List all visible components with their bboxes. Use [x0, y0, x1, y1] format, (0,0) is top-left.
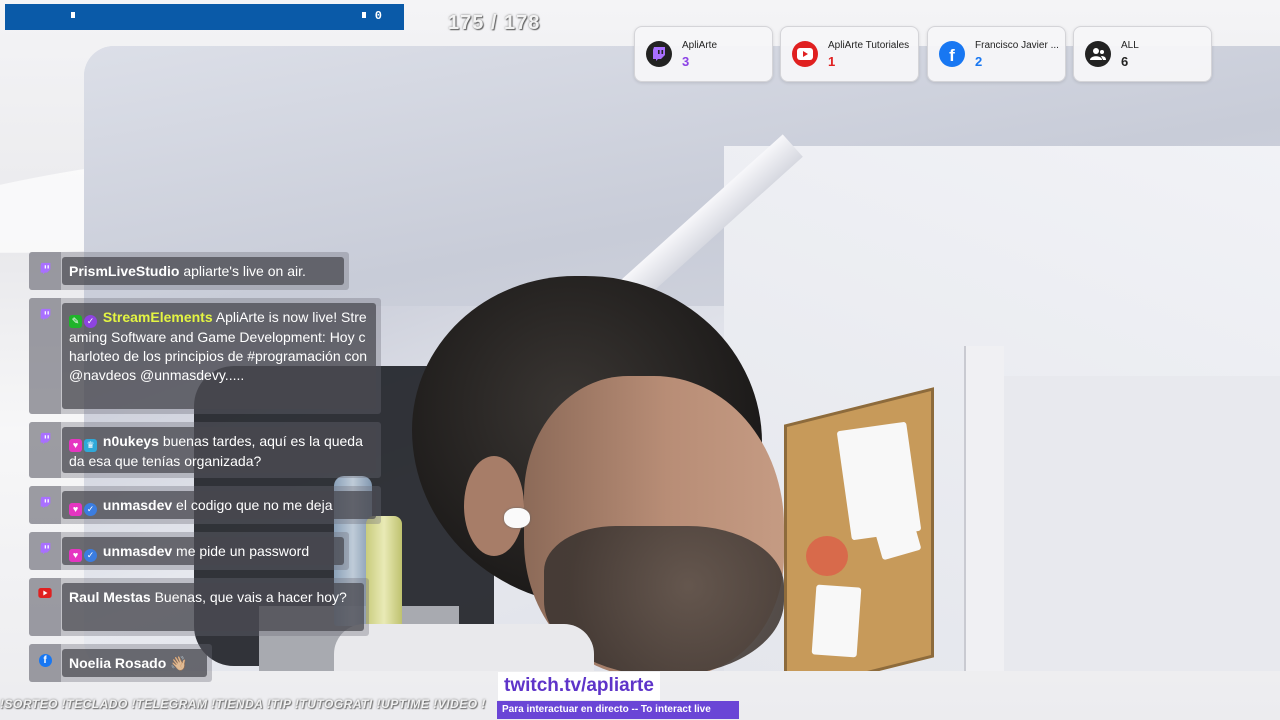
chat-bubble: ♥ ♛ n0ukeys buenas tardes, aquí es la que… [62, 427, 376, 473]
platform-name: Francisco Javier ... [975, 40, 1059, 51]
platform-name: ApliArte Tutoriales [828, 40, 910, 51]
facebook-icon: f [939, 41, 965, 67]
person-ear [464, 456, 524, 556]
heart-badge-icon: ♥ [69, 549, 82, 562]
check-badge-icon: ✓ [84, 549, 97, 562]
door [1004, 376, 1280, 671]
chat-text: Buenas, que vais a hacer hoy? [154, 589, 347, 605]
youtube-icon [792, 41, 818, 67]
twitch-icon [29, 252, 61, 290]
heart-badge-icon: ♥ [69, 503, 82, 516]
verified-bot-badge-icon: ✎ [69, 315, 82, 328]
progress-count: 0 [374, 9, 382, 23]
chat-username: Raul Mestas [69, 589, 151, 605]
chat-text: apliarte's live on air. [183, 263, 306, 279]
heart-badge-icon: ♥ [69, 439, 82, 452]
facebook-icon: f [29, 644, 61, 682]
chat-message: ✎ ✓ StreamElements ApliArte is now live! … [29, 298, 381, 414]
twitch-icon [29, 298, 61, 414]
twitch-icon [29, 486, 61, 524]
platform-count: 3 [682, 54, 690, 69]
chat-message: ♥ ♛ n0ukeys buenas tardes, aquí es la que… [29, 422, 381, 478]
chat-username: unmasdev [102, 497, 173, 513]
chat-bubble: Raul Mestas Buenas, que vais a hacer hoy… [62, 583, 364, 631]
users-icon [1085, 41, 1111, 67]
platform-card-facebook[interactable]: f Francisco Javier ... 2 [927, 26, 1066, 82]
youtube-icon [29, 578, 61, 636]
pinned-paper [811, 584, 862, 658]
platform-card-youtube[interactable]: ApliArte Tutoriales 1 [780, 26, 919, 82]
twitch-icon [646, 41, 672, 67]
door-frame [964, 346, 1004, 671]
chat-bubble: Noelia Rosado 👋🏼 [62, 649, 207, 677]
chat-bubble: ♥ ✓ unmasdev el codigo que no me deja [62, 491, 376, 519]
pager-counter: 175 / 178 [448, 12, 541, 34]
progress-marker [71, 12, 75, 18]
chat-text: me pide un password [176, 543, 310, 559]
twitch-url-link[interactable]: twitch.tv/apliarte [498, 672, 660, 700]
person-shirt [334, 624, 594, 671]
platform-name: ApliArte [682, 40, 718, 51]
earbud [504, 508, 530, 528]
twitch-icon [29, 422, 61, 478]
red-decoration [806, 536, 848, 576]
progress-marker [362, 12, 366, 18]
glue-bottle [366, 516, 402, 636]
platform-card-twitch[interactable]: ApliArte 3 [634, 26, 773, 82]
chat-username: Noelia Rosado [69, 655, 167, 671]
chat-bubble: PrismLiveStudio apliarte's live on air. [62, 257, 344, 285]
chat-username: unmasdev [102, 543, 173, 559]
twitch-icon [29, 532, 61, 570]
check-badge-icon: ✓ [84, 315, 97, 328]
chat-message: Raul Mestas Buenas, que vais a hacer hoy… [29, 578, 369, 636]
platform-count: 1 [828, 54, 836, 69]
check-badge-icon: ✓ [84, 503, 97, 516]
chat-username: StreamElements [102, 309, 213, 325]
platform-card-all[interactable]: ALL 6 [1073, 26, 1212, 82]
platform-count: 2 [975, 54, 983, 69]
platform-count: 6 [1121, 54, 1129, 69]
progress-bar: 0 [5, 4, 404, 30]
chat-bubble: ♥ ✓ unmasdev me pide un password [62, 537, 344, 565]
chat-text: 👋🏼 [170, 655, 188, 671]
crown-badge-icon: ♛ [84, 439, 97, 452]
chat-message: ♥ ✓ unmasdev me pide un password [29, 532, 349, 570]
chat-message: ♥ ✓ unmasdev el codigo que no me deja [29, 486, 381, 524]
twitch-interact-caption: Para interactuar en directo -- To intera… [497, 701, 739, 719]
chat-username: PrismLiveStudio [69, 263, 180, 279]
chat-username: n0ukeys [102, 433, 159, 449]
chat-text: el codigo que no me deja [176, 497, 333, 513]
chat-message: f Noelia Rosado 👋🏼 [29, 644, 212, 682]
platform-name: ALL [1121, 40, 1139, 51]
command-ticker: !SORTEO !TECLADO !TELEGRAM !TIENDA !TIP … [0, 697, 486, 711]
chat-bubble: ✎ ✓ StreamElements ApliArte is now live! … [62, 303, 376, 409]
chat-message: PrismLiveStudio apliarte's live on air. [29, 252, 349, 290]
